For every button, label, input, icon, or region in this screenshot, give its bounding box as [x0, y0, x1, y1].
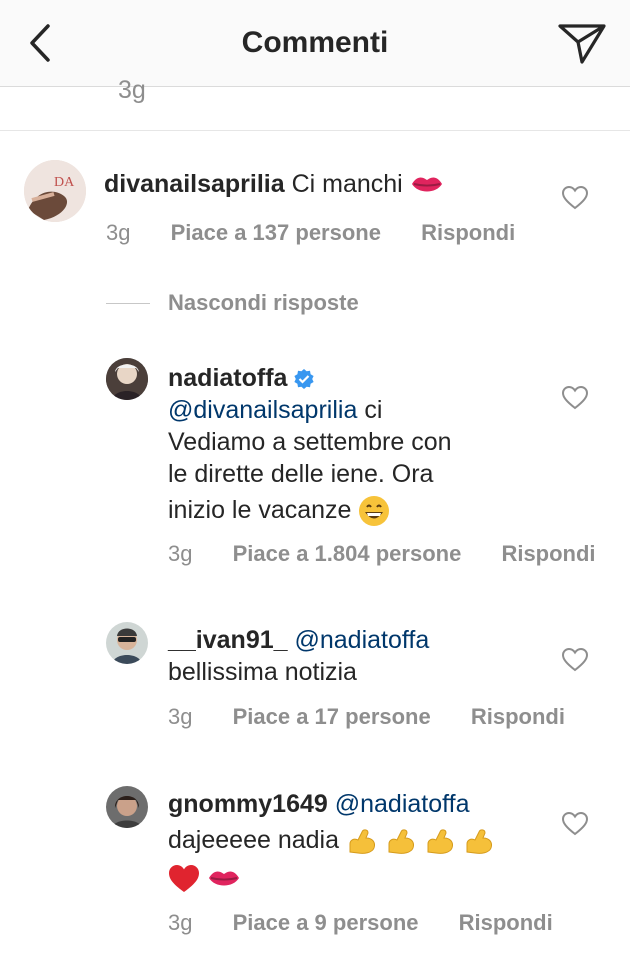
- likes-count[interactable]: Piace a 9 persone: [233, 910, 419, 935]
- avatar[interactable]: [106, 358, 148, 400]
- avatar-image: DA: [24, 160, 86, 222]
- avatar[interactable]: DA: [24, 160, 86, 222]
- hide-replies-button[interactable]: Nascondi risposte: [168, 290, 359, 316]
- kiss-lips-icon: [411, 177, 442, 192]
- kiss-lips-icon: [208, 871, 239, 886]
- reply-username[interactable]: nadiatoffa: [168, 364, 287, 392]
- previous-comment-time: 3g: [118, 76, 146, 104]
- reply-text: __ivan91_ @nadiatoffa: [168, 624, 429, 656]
- comment-username[interactable]: divanailsaprilia: [104, 170, 285, 198]
- comment-body: Ci manchi: [291, 170, 403, 198]
- mention-link[interactable]: @nadiatoffa: [295, 626, 430, 654]
- reply-username[interactable]: __ivan91_: [168, 626, 288, 654]
- reply-button[interactable]: Rispondi: [501, 541, 595, 566]
- reply-body-line: le dirette delle iene. Ora: [168, 460, 434, 488]
- comment-text: divanailsaprilia Ci manchi: [104, 168, 444, 200]
- reply-text: gnommy1649 @nadiatoffa: [168, 788, 470, 820]
- like-heart-icon[interactable]: [562, 386, 588, 410]
- reply-time: 3g: [168, 541, 193, 566]
- reply-body-text: dajeeeee nadia: [168, 826, 339, 854]
- mention-link[interactable]: @nadiatoffa: [335, 790, 470, 818]
- avatar-image: [106, 786, 148, 828]
- like-heart-icon[interactable]: [562, 648, 588, 672]
- likes-count[interactable]: Piace a 137 persone: [171, 220, 381, 245]
- mention-link[interactable]: @divanailsaprilia: [168, 396, 357, 424]
- flexed-biceps-icon: [349, 829, 375, 855]
- reply-text: nadiatoffa: [168, 362, 315, 394]
- reply-meta: 3g Piace a 1.804 persone Rispondi: [168, 541, 630, 567]
- reply-body-line: bellissima notizia: [168, 658, 357, 686]
- reply-body-text: inizio le vacanze: [168, 496, 352, 524]
- flexed-biceps-icon: [427, 829, 453, 855]
- comment-meta: 3g Piace a 137 persone Rispondi: [106, 220, 549, 246]
- reply-time: 3g: [168, 704, 193, 729]
- grinning-face-icon: [359, 496, 390, 527]
- reply-body-line: Vediamo a settembre con: [168, 428, 452, 456]
- reply-time: 3g: [168, 910, 193, 935]
- reply-button[interactable]: Rispondi: [471, 704, 565, 729]
- avatar-image: [106, 358, 148, 400]
- reply-button[interactable]: Rispondi: [459, 910, 553, 935]
- reply-meta: 3g Piace a 9 persone Rispondi: [168, 910, 587, 936]
- svg-text:DA: DA: [54, 175, 75, 190]
- likes-count[interactable]: Piace a 1.804 persone: [233, 541, 462, 566]
- like-heart-icon[interactable]: [562, 812, 588, 836]
- flexed-biceps-icon: [466, 829, 492, 855]
- likes-count[interactable]: Piace a 17 persone: [233, 704, 431, 729]
- reply-body-line: [168, 862, 241, 894]
- reply-body-line: inizio le vacanze: [168, 494, 390, 527]
- like-heart-icon[interactable]: [562, 186, 588, 210]
- reply-button[interactable]: Rispondi: [421, 220, 515, 245]
- reply-body-text: ci: [364, 396, 383, 424]
- flexed-biceps-icon: [388, 829, 414, 855]
- reply-username[interactable]: gnommy1649: [168, 790, 328, 818]
- header-bar: Commenti: [0, 0, 630, 87]
- reply-body-line: @divanailsaprilia ci: [168, 394, 382, 426]
- red-heart-icon: [169, 865, 199, 893]
- verified-badge-icon: [294, 369, 315, 390]
- avatar[interactable]: [106, 622, 148, 664]
- reply-body-line: dajeeeee nadia: [168, 824, 495, 856]
- divider: [0, 130, 630, 131]
- avatar-image: [106, 622, 148, 664]
- reply-meta: 3g Piace a 17 persone Rispondi: [168, 704, 599, 730]
- avatar[interactable]: [106, 786, 148, 828]
- direct-send-icon[interactable]: [556, 20, 608, 66]
- comment-time: 3g: [106, 220, 131, 245]
- page-title: Commenti: [241, 26, 389, 59]
- hide-replies-line: [106, 303, 150, 304]
